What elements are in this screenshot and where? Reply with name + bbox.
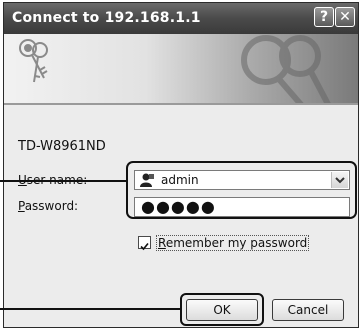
keys-watermark-icon bbox=[241, 35, 331, 103]
chevron-down-icon bbox=[335, 177, 345, 184]
login-dialog: Connect to 192.168.1.1 ? ✕ TD-W8961ND Pa… bbox=[3, 2, 359, 328]
ok-leader-line bbox=[0, 308, 181, 310]
username-combobox[interactable]: admin bbox=[134, 170, 350, 190]
credentials-leader-line bbox=[0, 180, 127, 182]
close-button[interactable]: ✕ bbox=[335, 7, 355, 27]
username-value: admin bbox=[161, 173, 199, 187]
cancel-button[interactable]: Cancel bbox=[272, 299, 344, 321]
server-realm-text: TD-W8961ND bbox=[18, 139, 106, 154]
banner bbox=[4, 34, 358, 103]
help-icon: ? bbox=[319, 9, 329, 25]
checkmark-icon bbox=[140, 242, 149, 251]
ok-button[interactable]: OK bbox=[186, 299, 258, 321]
password-field[interactable]: ●●●●● bbox=[134, 197, 350, 217]
checkbox[interactable] bbox=[138, 236, 151, 251]
help-button[interactable]: ? bbox=[314, 7, 334, 27]
close-icon: ✕ bbox=[339, 9, 351, 25]
dropdown-button[interactable] bbox=[331, 172, 348, 188]
user-icon bbox=[140, 173, 154, 187]
remember-password-label[interactable]: Remember my password bbox=[156, 235, 310, 251]
password-label: Password: bbox=[18, 199, 79, 213]
credentials-panel: TD-W8961ND User name: Password: admin ●●… bbox=[4, 105, 358, 327]
keys-icon bbox=[19, 39, 48, 83]
title-bar[interactable]: Connect to 192.168.1.1 ? ✕ bbox=[4, 3, 358, 34]
password-masked-value: ●●●●● bbox=[141, 197, 216, 216]
dialog-title: Connect to 192.168.1.1 bbox=[12, 10, 201, 26]
